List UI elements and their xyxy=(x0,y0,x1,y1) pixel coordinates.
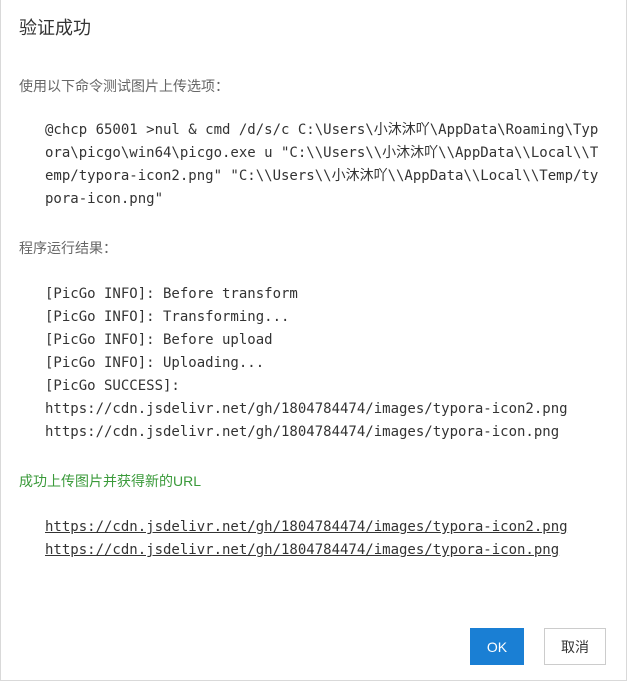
command-section-label: 使用以下命令测试图片上传选项： xyxy=(19,78,229,94)
dialog-title: 验证成功 xyxy=(19,18,91,38)
verification-dialog: 验证成功 使用以下命令测试图片上传选项： @chcp 65001 >nul & … xyxy=(0,0,627,681)
uploaded-links: https://cdn.jsdelivr.net/gh/1804784474/i… xyxy=(45,516,605,562)
uploaded-url-link[interactable]: https://cdn.jsdelivr.net/gh/1804784474/i… xyxy=(45,516,605,539)
cancel-button[interactable]: 取消 xyxy=(544,628,606,665)
log-line: [PicGo SUCCESS]: xyxy=(45,378,180,394)
log-line: [PicGo INFO]: Uploading... xyxy=(45,355,265,371)
dialog-title-bar: 验证成功 xyxy=(1,0,626,50)
result-section-label: 程序运行结果： xyxy=(19,240,117,256)
log-line: [PicGo INFO]: Transforming... xyxy=(45,309,290,325)
log-line: https://cdn.jsdelivr.net/gh/1804784474/i… xyxy=(45,401,568,417)
log-line: [PicGo INFO]: Before upload xyxy=(45,332,273,348)
command-text: @chcp 65001 >nul & cmd /d/s/c C:\Users\小… xyxy=(45,122,599,207)
success-label: 成功上传图片并获得新的URL xyxy=(19,473,202,489)
log-line: [PicGo INFO]: Before transform xyxy=(45,286,298,302)
log-line: https://cdn.jsdelivr.net/gh/1804784474/i… xyxy=(45,424,560,440)
result-log: [PicGo INFO]: Before transform [PicGo IN… xyxy=(45,283,605,444)
uploaded-url-link[interactable]: https://cdn.jsdelivr.net/gh/1804784474/i… xyxy=(45,539,605,562)
command-block: @chcp 65001 >nul & cmd /d/s/c C:\Users\小… xyxy=(45,119,605,211)
ok-button[interactable]: OK xyxy=(470,628,524,665)
